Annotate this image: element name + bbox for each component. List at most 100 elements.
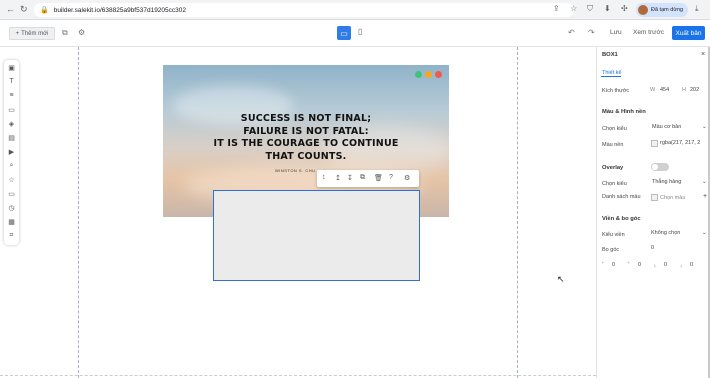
settings-icon[interactable]: ⚙ — [78, 28, 85, 37]
corner-bottom-right-input[interactable]: 0 — [690, 262, 693, 268]
star-icon[interactable]: ☆ — [570, 4, 577, 13]
star-tool-icon[interactable]: ☆ — [7, 176, 16, 184]
guide-line-right — [517, 47, 518, 378]
border-style-label: Kiểu viền — [602, 232, 625, 238]
overlay-type-label: Chọn kiểu — [602, 181, 627, 187]
properties-panel — [596, 47, 710, 378]
timer-tool-icon[interactable]: ◷ — [7, 204, 16, 212]
add-color-icon[interactable]: + — [703, 193, 707, 200]
profile-chip[interactable]: Đã tạm dừng — [636, 3, 688, 17]
redo-icon[interactable]: ↷ — [588, 28, 595, 37]
height-input[interactable]: 202 — [690, 87, 699, 93]
chevron-down-icon[interactable]: ⌄ — [702, 179, 707, 185]
move-icon[interactable]: ↕ — [322, 174, 326, 181]
monitor-tool-icon[interactable]: ▭ — [7, 190, 16, 198]
overlay-type-select[interactable]: Thẳng hàng — [652, 179, 681, 185]
quote-line: SUCCESS IS NOT FINAL; — [240, 113, 372, 124]
bg-color-swatch[interactable] — [651, 140, 658, 147]
border-heading: Viền & bo góc — [602, 216, 641, 222]
guide-line-bottom — [0, 375, 596, 376]
mouse-cursor-icon: ↖ — [557, 274, 565, 284]
mobile-view-icon[interactable]: ▯ — [358, 27, 362, 36]
radius-label: Bo góc — [602, 247, 620, 253]
hero-dots — [415, 71, 442, 78]
panel-title: BOX1 — [602, 52, 618, 58]
search-tool-icon[interactable]: ⌕ — [7, 162, 16, 170]
quote-line: THAT COUNTS. — [265, 150, 347, 162]
corner-top-left-input[interactable]: 0 — [612, 262, 615, 268]
border-style-select[interactable]: Không chọn — [651, 230, 680, 236]
frame-tool-icon[interactable]: ⌗ — [7, 232, 16, 240]
add-new-button[interactable]: + Thêm mới — [9, 27, 55, 40]
quote-text[interactable]: SUCCESS IS NOT FINAL; FAILURE IS NOT FAT… — [163, 113, 449, 163]
corner-top-right-icon: ⌝ — [627, 262, 630, 268]
quote-author: WINSTON S. CHU — [275, 168, 316, 173]
width-input[interactable]: 454 — [660, 87, 669, 93]
browser-chrome: ← ↻ 🔒 builder.salekit.io/638825a9bf537d1… — [0, 0, 710, 20]
selected-box[interactable] — [213, 190, 420, 281]
quote-line: IT IS THE COURAGE TO CONTINUE — [213, 138, 399, 149]
bg-color-input[interactable]: rgba(217, 217, 2 — [660, 140, 700, 146]
element-action-toolbar: ↕ ↥ ↧ ⧉ 🗑 ? ⚙ — [317, 170, 419, 187]
publish-button[interactable]: Xuất bản — [672, 26, 705, 40]
gallery-tool-icon[interactable]: ▦ — [7, 218, 16, 226]
desktop-view-button[interactable]: ▭ — [337, 26, 351, 40]
corner-bottom-left-input[interactable]: 0 — [664, 262, 667, 268]
tab-underline — [601, 76, 621, 77]
width-label: W — [650, 87, 656, 93]
button-tool-icon[interactable]: ▭ — [7, 106, 16, 114]
plus-icon: + — [15, 30, 20, 37]
profile-label: Đã tạm dừng — [651, 7, 684, 13]
undo-icon[interactable]: ↶ — [568, 28, 575, 37]
layers-tool-icon[interactable]: ◈ — [7, 120, 16, 128]
corner-bottom-right-icon: ⌟ — [680, 262, 683, 268]
reload-icon[interactable]: ↻ — [20, 4, 28, 15]
guide-line-left — [78, 47, 79, 378]
chevron-down-icon[interactable]: ⌄ — [702, 124, 707, 130]
image-tool-icon[interactable]: ▣ — [7, 64, 16, 72]
element-tool-strip: ▣ T ≡ ▭ ◈ ▤ ▶ ⌕ ☆ ▭ ◷ ▦ ⌗ — [4, 60, 19, 245]
chevron-down-icon[interactable]: ⌄ — [702, 230, 707, 236]
form-tool-icon[interactable]: ▤ — [7, 134, 16, 142]
back-icon[interactable]: ← — [6, 4, 15, 14]
corner-bottom-left-icon: ⌞ — [654, 262, 657, 268]
desktop-icon: ▭ — [340, 28, 348, 38]
share-icon[interactable]: ⇪ — [553, 4, 560, 13]
size-label: Kích thước — [602, 88, 630, 94]
color-list-label: Danh sách màu — [602, 194, 641, 200]
bg-type-label: Chọn kiểu — [602, 126, 627, 132]
radius-input[interactable]: 0 — [651, 245, 654, 251]
preview-button[interactable]: Xem trước — [633, 29, 664, 36]
pick-color-input[interactable]: Chọn màu — [660, 195, 685, 201]
text-tool-icon[interactable]: T — [7, 78, 16, 85]
download-icon[interactable]: ⤓ — [695, 4, 699, 14]
dot-green — [415, 71, 422, 78]
copy-icon[interactable]: ⧉ — [62, 28, 68, 38]
bg-color-label: Màu nền — [602, 142, 624, 148]
dot-orange — [425, 71, 432, 78]
bg-type-select[interactable]: Màu cơ bản — [652, 124, 681, 130]
dot-red — [435, 71, 442, 78]
overlay-toggle[interactable] — [651, 163, 669, 171]
close-icon[interactable]: × — [701, 51, 705, 58]
paragraph-tool-icon[interactable]: ≡ — [7, 92, 16, 99]
overlay-color-swatch[interactable] — [651, 194, 658, 201]
corner-top-right-input[interactable]: 0 — [638, 262, 641, 268]
lock-icon: 🔒 — [40, 7, 49, 14]
puzzle-icon[interactable]: ✣ — [621, 4, 628, 13]
avatar — [638, 5, 648, 15]
element-settings-icon[interactable]: ⚙ — [404, 174, 410, 182]
duplicate-icon[interactable]: ⧉ — [360, 174, 365, 182]
corner-top-left-icon: ⌜ — [602, 262, 605, 268]
video-tool-icon[interactable]: ▶ — [7, 148, 16, 156]
move-up-icon[interactable]: ↥ — [335, 174, 341, 182]
move-down-icon[interactable]: ↧ — [347, 174, 353, 182]
url-text: builder.salekit.io/638825a9bf537d19205cc… — [53, 6, 186, 14]
shield-icon[interactable]: ⛉ — [587, 4, 593, 14]
download-ext-icon[interactable]: ⬇ — [604, 4, 611, 13]
save-button[interactable]: Lưu — [610, 29, 622, 36]
delete-icon[interactable]: 🗑 — [374, 174, 383, 182]
overlay-heading: Overlay — [602, 165, 624, 171]
help-icon[interactable]: ? — [389, 174, 393, 181]
address-bar[interactable]: 🔒 builder.salekit.io/638825a9bf537d19205… — [34, 3, 574, 17]
